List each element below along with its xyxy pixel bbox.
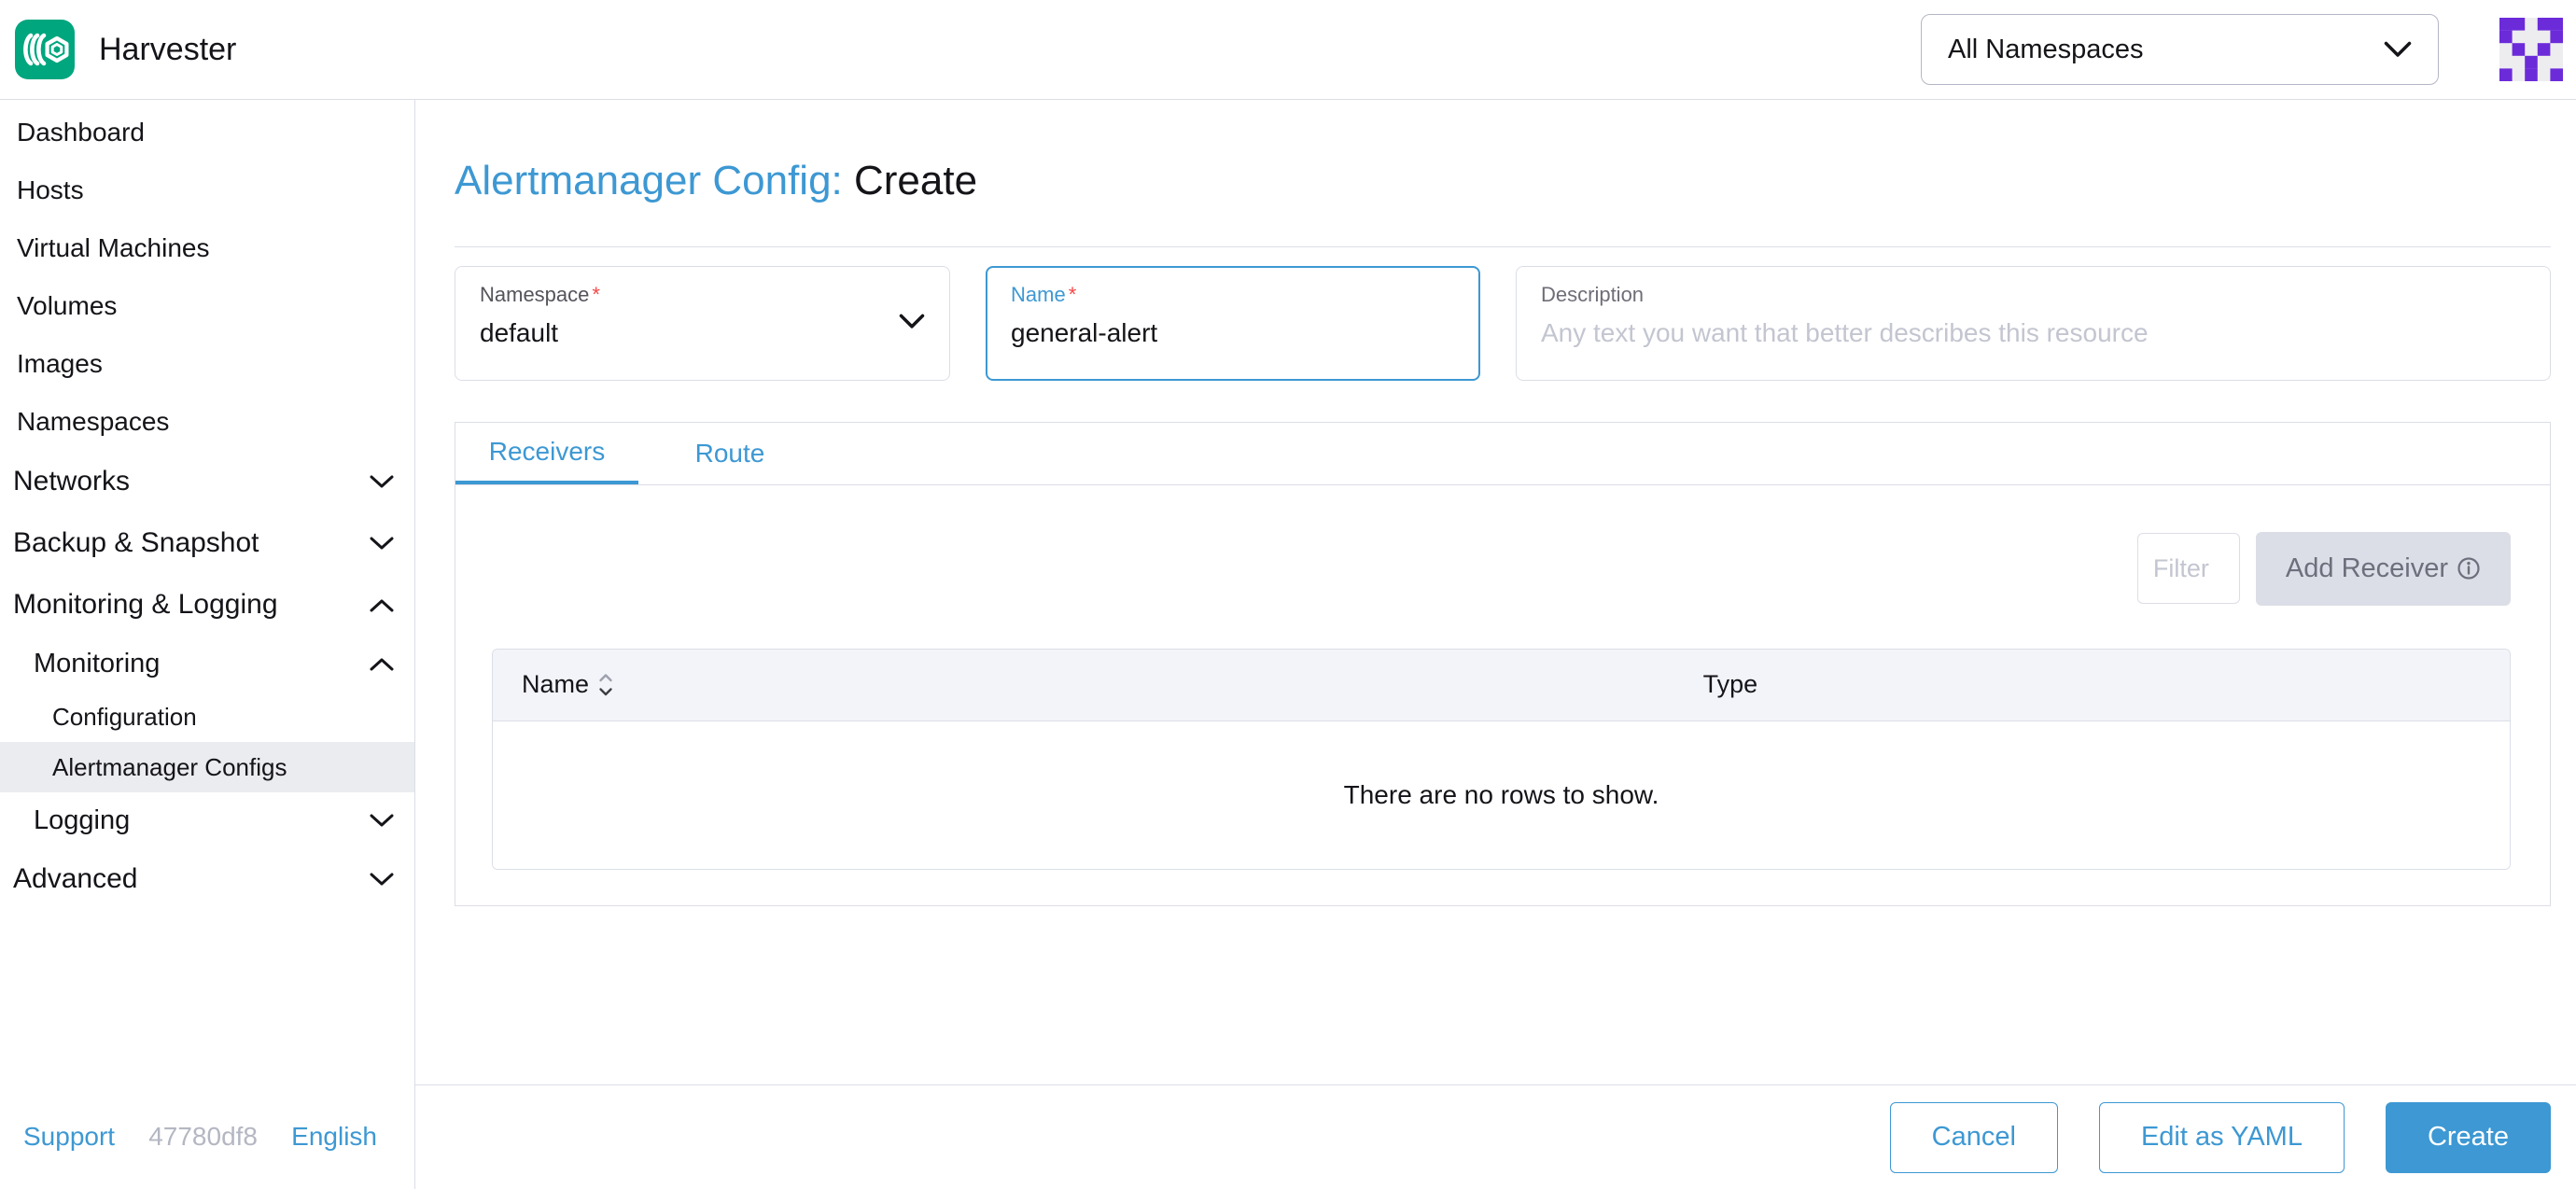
description-label: Description — [1541, 283, 1644, 306]
sidebar-group-advanced[interactable]: Advanced — [0, 848, 414, 910]
sidebar-item-volumes[interactable]: Volumes — [0, 277, 414, 335]
page-action: Create — [854, 158, 977, 203]
required-asterisk: * — [592, 283, 600, 306]
receivers-toolbar: Add Receiver — [492, 532, 2511, 606]
chevron-up-icon — [370, 657, 394, 671]
sidebar-group-networks[interactable]: Networks — [0, 451, 414, 512]
sidebar-group-backup-snapshot[interactable]: Backup & Snapshot — [0, 512, 414, 574]
sidebar-item-namespaces[interactable]: Namespaces — [0, 393, 414, 451]
namespace-value: default — [480, 318, 925, 348]
table-header-row: Name Type — [493, 650, 2510, 721]
column-header-type: Type — [1703, 670, 2510, 699]
tab-route[interactable]: Route — [638, 423, 821, 484]
support-link[interactable]: Support — [23, 1122, 115, 1152]
title-divider — [455, 246, 2551, 247]
version-label: 47780df8 — [148, 1122, 258, 1152]
tab-receivers[interactable]: Receivers — [455, 423, 638, 484]
footer-meta: Support 47780df8 English — [0, 1084, 415, 1189]
chevron-down-icon — [370, 475, 394, 489]
cancel-button[interactable]: Cancel — [1890, 1102, 2058, 1173]
receivers-table: Name Type There are no rows to show. — [492, 649, 2511, 870]
info-icon — [2457, 556, 2481, 581]
filter-input[interactable] — [2137, 533, 2240, 604]
sidebar-item-hosts[interactable]: Hosts — [0, 161, 414, 219]
app-header: Harvester All Namespaces — [0, 0, 2576, 100]
tab-bar: Receivers Route — [455, 423, 2550, 485]
chevron-down-icon — [370, 537, 394, 551]
description-input[interactable] — [1541, 318, 2526, 348]
sidebar-item-dashboard[interactable]: Dashboard — [0, 104, 414, 161]
chevron-up-icon — [370, 598, 394, 612]
receivers-panel: Add Receiver Name Type There are no rows… — [455, 485, 2550, 870]
language-link[interactable]: English — [291, 1122, 377, 1152]
name-input[interactable] — [1011, 318, 1455, 348]
chevron-down-icon — [2384, 41, 2412, 58]
namespace-label: Namespace — [480, 283, 589, 306]
name-field: Name* — [986, 266, 1480, 381]
sidebar-item-alertmanager-configs[interactable]: Alertmanager Configs — [0, 742, 414, 792]
column-header-name[interactable]: Name — [493, 670, 1703, 699]
sidebar-nav: Dashboard Hosts Virtual Machines Volumes… — [0, 100, 415, 1084]
namespace-filter-value: All Namespaces — [1948, 35, 2144, 65]
config-tab-panel: Receivers Route Add Receiver Name — [455, 422, 2551, 906]
page-title: Alertmanager Config: Create — [455, 158, 2551, 205]
chevron-down-icon — [899, 314, 925, 334]
name-label: Name — [1011, 283, 1066, 306]
user-avatar[interactable] — [2499, 18, 2563, 81]
resource-type-link[interactable]: Alertmanager Config: — [455, 158, 843, 203]
resource-meta-form: Namespace* default Name* Description — [455, 266, 2551, 381]
app-title: Harvester — [99, 32, 236, 68]
main-content: Alertmanager Config: Create Namespace* d… — [415, 100, 2576, 1084]
sidebar-group-monitoring[interactable]: Monitoring — [0, 636, 414, 692]
sidebar-item-configuration[interactable]: Configuration — [0, 692, 414, 742]
table-empty-state: There are no rows to show. — [493, 721, 2510, 869]
create-button[interactable]: Create — [2386, 1102, 2551, 1173]
sort-icon — [598, 672, 613, 698]
chevron-down-icon — [370, 873, 394, 887]
sidebar-item-images[interactable]: Images — [0, 335, 414, 393]
harvester-logo-icon[interactable] — [15, 20, 75, 79]
chevron-down-icon — [370, 814, 394, 828]
edit-as-yaml-button[interactable]: Edit as YAML — [2099, 1102, 2345, 1173]
app-footer: Support 47780df8 English Cancel Edit as … — [0, 1084, 2576, 1189]
sidebar-group-logging[interactable]: Logging — [0, 792, 414, 848]
add-receiver-button[interactable]: Add Receiver — [2256, 532, 2511, 606]
sidebar-group-monitoring-logging[interactable]: Monitoring & Logging — [0, 574, 414, 636]
namespace-filter-select[interactable]: All Namespaces — [1921, 14, 2439, 85]
required-asterisk: * — [1069, 283, 1077, 306]
sidebar-item-virtual-machines[interactable]: Virtual Machines — [0, 219, 414, 277]
action-bar: Cancel Edit as YAML Create — [415, 1084, 2576, 1189]
description-field: Description — [1516, 266, 2551, 381]
namespace-select[interactable]: Namespace* default — [455, 266, 950, 381]
